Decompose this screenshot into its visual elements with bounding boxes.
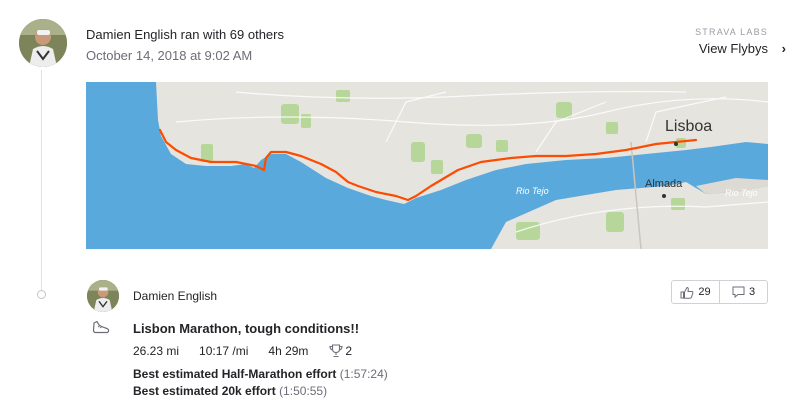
achievements-stat[interactable]: 2 bbox=[328, 344, 352, 358]
timeline-line bbox=[41, 70, 42, 292]
activity-stats: 26.23 mi 10:17 /mi 4h 29m 2 bbox=[133, 344, 372, 358]
trophy-icon bbox=[329, 344, 343, 358]
pace-stat: 10:17 /mi bbox=[199, 344, 249, 358]
run-shoe-icon bbox=[92, 320, 110, 334]
map-river-label: Rio Tejo bbox=[516, 186, 549, 196]
best-effort-label: Best estimated 20k effort bbox=[133, 384, 276, 398]
comment-button[interactable]: 3 bbox=[719, 280, 768, 304]
route-map[interactable]: Lisboa Almada Rio Tejo Rio Tejo bbox=[86, 82, 768, 249]
comment-icon bbox=[732, 286, 745, 298]
thumbs-up-icon bbox=[680, 286, 694, 299]
kudos-count: 29 bbox=[698, 286, 711, 298]
distance-stat: 26.23 mi bbox=[133, 344, 180, 358]
best-effort-label: Best estimated Half-Marathon effort bbox=[133, 367, 337, 381]
view-flybys-link[interactable]: View Flybys bbox=[699, 41, 768, 56]
athlete-name[interactable]: Damien English bbox=[133, 289, 217, 303]
best-effort-item[interactable]: Best estimated 20k effort (1:50:55) bbox=[133, 384, 327, 398]
chevron-right-icon[interactable]: › bbox=[782, 41, 786, 56]
activity-title[interactable]: Lisbon Marathon, tough conditions!! bbox=[133, 321, 359, 336]
strava-labs-label: STRAVA LABS bbox=[695, 27, 768, 37]
best-effort-item[interactable]: Best estimated Half-Marathon effort (1:5… bbox=[133, 367, 388, 381]
group-title[interactable]: Damien English ran with 69 others bbox=[86, 27, 284, 42]
map-city-label: Lisboa bbox=[665, 118, 713, 135]
map-town-label: Almada bbox=[645, 178, 683, 190]
group-avatar[interactable] bbox=[19, 19, 67, 67]
best-effort-time: (1:50:55) bbox=[279, 384, 328, 398]
activity-date: October 14, 2018 at 9:02 AM bbox=[86, 48, 253, 63]
achievement-count: 2 bbox=[345, 344, 353, 358]
comment-count: 3 bbox=[748, 286, 756, 298]
kudos-button[interactable]: 29 bbox=[671, 280, 720, 304]
timeline-dot bbox=[37, 290, 46, 299]
time-stat: 4h 29m bbox=[268, 344, 309, 358]
map-river-label: Rio Tejo bbox=[725, 188, 758, 198]
athlete-avatar[interactable] bbox=[87, 280, 119, 312]
best-effort-time: (1:57:24) bbox=[339, 367, 388, 381]
